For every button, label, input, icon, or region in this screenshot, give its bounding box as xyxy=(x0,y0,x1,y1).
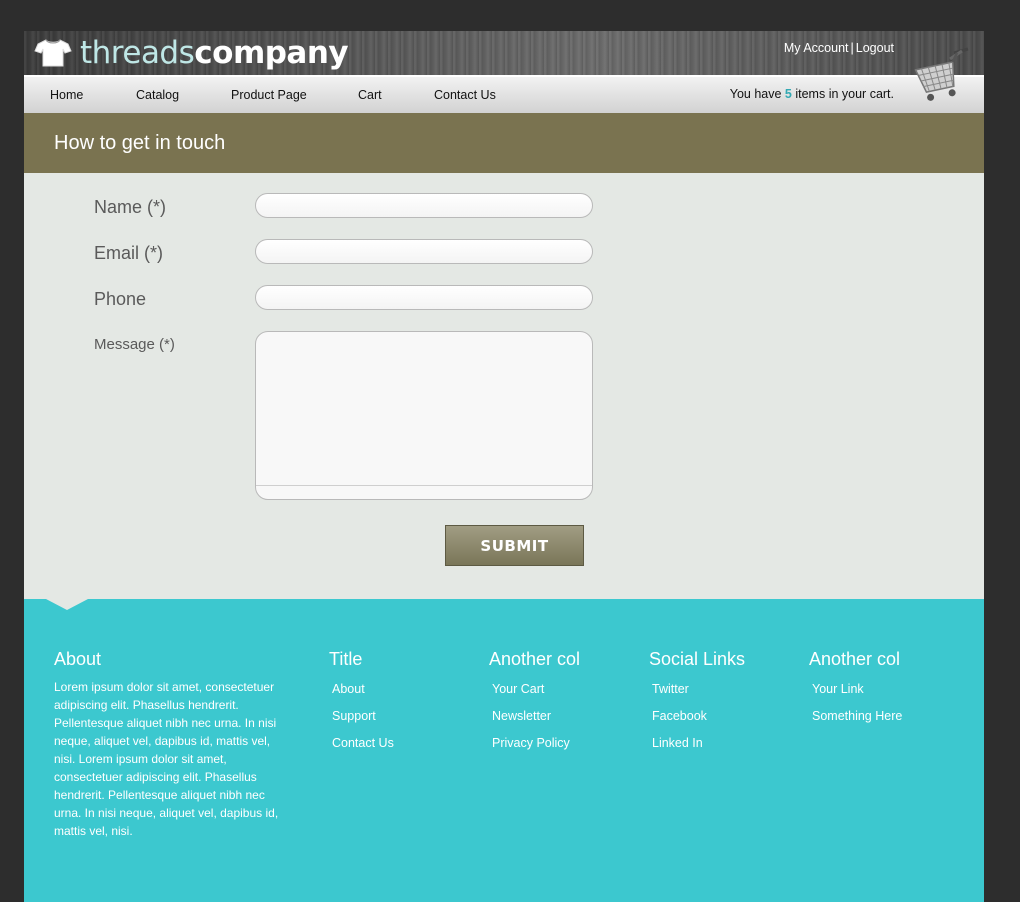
phone-field[interactable] xyxy=(255,285,593,310)
footer-about-text: Lorem ipsum dolor sit amet, consectetuer… xyxy=(54,680,279,838)
footer-link-contact-us[interactable]: Contact Us xyxy=(332,735,394,752)
nav-catalog[interactable]: Catalog xyxy=(136,88,179,102)
footer-col-another-2: Another col Your Link Something Here xyxy=(809,649,902,735)
email-field[interactable] xyxy=(255,239,593,264)
footer-col-heading: Social Links xyxy=(649,649,746,669)
nav-product-page[interactable]: Product Page xyxy=(231,88,307,102)
phone-label: Phone xyxy=(94,289,147,309)
footer-col-heading: Another col xyxy=(809,649,901,669)
account-links: My Account | Logout xyxy=(784,41,894,55)
email-label: Email (*) xyxy=(94,243,164,263)
footer-link-privacy-policy[interactable]: Privacy Policy xyxy=(492,735,580,752)
cart-summary: You have 5 items in your cart. xyxy=(730,87,894,101)
footer-col-heading: Another col xyxy=(489,649,581,669)
cart-count: 5 xyxy=(784,87,792,101)
submit-button[interactable]: SUBMIT xyxy=(445,525,584,566)
footer-link-support[interactable]: Support xyxy=(332,708,394,725)
footer-notch xyxy=(46,599,88,610)
footer-link-something-here[interactable]: Something Here xyxy=(812,708,902,725)
name-label: Name (*) xyxy=(94,197,167,217)
footer-about-title: About xyxy=(54,649,102,669)
cart-summary-suffix: items in your cart. xyxy=(795,87,894,101)
footer-link-linkedin[interactable]: Linked In xyxy=(652,735,745,752)
header: threadscompany My Account | Logout xyxy=(24,31,984,75)
footer: About Lorem ipsum dolor sit amet, consec… xyxy=(24,599,984,902)
footer-about: About Lorem ipsum dolor sit amet, consec… xyxy=(54,649,294,840)
title-band: How to get in touch xyxy=(24,113,984,173)
footer-link-about[interactable]: About xyxy=(332,681,394,698)
main-nav: Home Catalog Product Page Cart Contact U… xyxy=(24,75,984,113)
logo-text: threadscompany xyxy=(80,35,349,71)
footer-col-title: Title About Support Contact Us xyxy=(329,649,394,762)
page: threadscompany My Account | Logout Home Ca… xyxy=(24,31,984,902)
logo-text-bold: company xyxy=(194,35,349,71)
footer-col-social: Social Links Twitter Facebook Linked In xyxy=(649,649,745,762)
footer-link-your-cart[interactable]: Your Cart xyxy=(492,681,580,698)
tshirt-icon xyxy=(34,39,72,67)
textarea-divider xyxy=(256,485,592,486)
footer-col-heading: Title xyxy=(329,649,363,669)
nav-cart[interactable]: Cart xyxy=(358,88,382,102)
cart-summary-prefix: You have xyxy=(729,87,782,101)
my-account-link[interactable]: My Account xyxy=(784,41,849,55)
logout-link[interactable]: Logout xyxy=(856,41,894,55)
nav-home[interactable]: Home xyxy=(50,88,83,102)
footer-col-another-1: Another col Your Cart Newsletter Privacy… xyxy=(489,649,580,762)
footer-link-facebook[interactable]: Facebook xyxy=(652,708,745,725)
footer-link-twitter[interactable]: Twitter xyxy=(652,681,745,698)
message-field[interactable] xyxy=(255,331,593,500)
logo[interactable]: threadscompany xyxy=(34,34,349,72)
logo-text-light: threads xyxy=(80,35,195,71)
page-title: How to get in touch xyxy=(54,132,226,154)
name-field[interactable] xyxy=(255,193,593,218)
account-separator: | xyxy=(850,41,854,55)
nav-contact-us[interactable]: Contact Us xyxy=(434,88,496,102)
message-label: Message (*) xyxy=(94,336,175,353)
shopping-cart-icon[interactable] xyxy=(910,47,970,109)
footer-link-newsletter[interactable]: Newsletter xyxy=(492,708,580,725)
footer-link-your-link[interactable]: Your Link xyxy=(812,681,902,698)
